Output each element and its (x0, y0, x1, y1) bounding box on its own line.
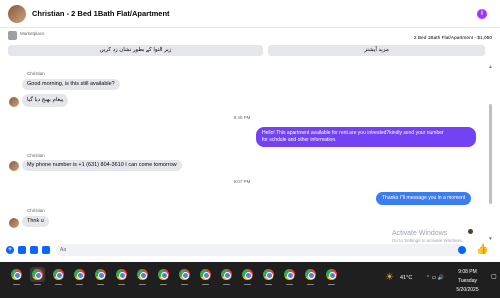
message-bubble-incoming[interactable]: My phone number is +1 (631) 804-3610 I c… (22, 160, 182, 171)
listing-title[interactable]: 2 Bed 1Bath Flat/Apartment - $1,050 (414, 36, 492, 41)
scrollbar[interactable]: ▲ ▼ (488, 64, 493, 244)
clock[interactable]: 9:08 PM Tuesday 5/20/2025 (450, 268, 485, 295)
sender-avatar[interactable] (9, 161, 19, 171)
system-tray-icons[interactable]: ⌃ ▭ 🔊 (426, 275, 444, 281)
taskbar-app-icon[interactable] (30, 267, 45, 285)
messenger-window: Christian - 2 Bed 1Bath Flat/Apartment i… (0, 0, 500, 262)
taskbar-app-icon[interactable] (114, 267, 129, 285)
more-options-button[interactable]: مزید آپشنز (268, 45, 485, 56)
timestamp: 8:40 PM (233, 115, 251, 120)
sender-avatar[interactable] (9, 218, 19, 228)
seen-avatar (468, 229, 473, 234)
taskbar-app-icon[interactable] (303, 267, 318, 285)
sender-name: Christian (27, 153, 45, 158)
info-icon[interactable]: i (477, 9, 487, 19)
gif-icon[interactable] (42, 246, 50, 254)
mark-pending-button[interactable]: زیر التوا کے بطور نشان زد کریں (8, 45, 263, 56)
taskbar-app-icon[interactable] (9, 267, 24, 285)
taskbar-app-icon[interactable] (93, 267, 108, 285)
temperature[interactable]: 41°C (400, 275, 412, 281)
marketplace-icon (8, 31, 17, 40)
sender-name: Christian (27, 71, 45, 76)
clock-date: 5/20/2025 (456, 287, 479, 293)
message-bubble-incoming[interactable]: Good morning, is this still available? (22, 79, 120, 90)
clock-time: 9:08 PM (458, 269, 477, 275)
taskbar-app-icon[interactable] (156, 267, 171, 285)
sender-name: Christian (27, 208, 45, 213)
taskbar-app-icon[interactable] (240, 267, 255, 285)
scrollbar-thumb[interactable] (489, 104, 492, 204)
taskbar-app-icon[interactable] (135, 267, 150, 285)
message-line: Hello! This apartment available for rent… (262, 130, 444, 136)
taskbar-app-icon[interactable] (282, 267, 297, 285)
message-bubble-outgoing[interactable]: Thanks I"ll message you in a moment (376, 192, 472, 205)
sticker-icon[interactable] (30, 246, 38, 254)
clock-day: Tuesday (458, 278, 477, 284)
taskbar-app-icon[interactable] (261, 267, 276, 285)
taskbar-app-icon[interactable] (324, 267, 339, 285)
camera-icon[interactable] (18, 246, 26, 254)
marketplace-label: Marketplace (20, 31, 45, 36)
thumbs-up-icon[interactable]: 👍 (476, 244, 488, 255)
taskbar-app-icon[interactable] (177, 267, 192, 285)
taskbar-app-icon[interactable] (72, 267, 87, 285)
contact-avatar[interactable] (8, 4, 26, 23)
message-bubble-incoming[interactable]: پیغام بھیج دیا گیا (22, 94, 69, 107)
watermark-title: Activate Windows (392, 230, 448, 237)
plus-icon[interactable]: + (6, 246, 14, 254)
taskbar-app-icon[interactable] (198, 267, 213, 285)
message-line: for schdule and other information. (262, 137, 337, 143)
message-input[interactable]: Aa (56, 244, 466, 256)
emoji-icon[interactable] (458, 246, 466, 254)
message-bubble-outgoing[interactable]: Hello! This apartment available for rent… (256, 127, 476, 147)
scroll-up-icon[interactable]: ▲ (488, 64, 493, 70)
message-list: Christian Good morning, is this still av… (0, 64, 488, 242)
notification-icon[interactable]: ▢ (491, 273, 497, 280)
taskbar-app-icon[interactable] (51, 267, 66, 285)
timestamp: 9:07 PM (233, 179, 251, 184)
weather-icon[interactable]: ☀ (385, 272, 394, 283)
marketplace-bar: Marketplace 2 Bed 1Bath Flat/Apartment -… (0, 28, 500, 64)
taskbar: ☀ 41°C ⌃ ▭ 🔊 9:08 PM Tuesday 5/20/2025 ▢ (0, 262, 500, 298)
message-bubble-incoming[interactable]: Thnk u (22, 216, 49, 227)
sender-avatar[interactable] (9, 97, 19, 107)
conversation-title[interactable]: Christian - 2 Bed 1Bath Flat/Apartment (32, 9, 170, 18)
taskbar-app-icon[interactable] (219, 267, 234, 285)
conversation-header: Christian - 2 Bed 1Bath Flat/Apartment i (0, 0, 500, 28)
composer: + Aa 👍 (0, 242, 500, 262)
